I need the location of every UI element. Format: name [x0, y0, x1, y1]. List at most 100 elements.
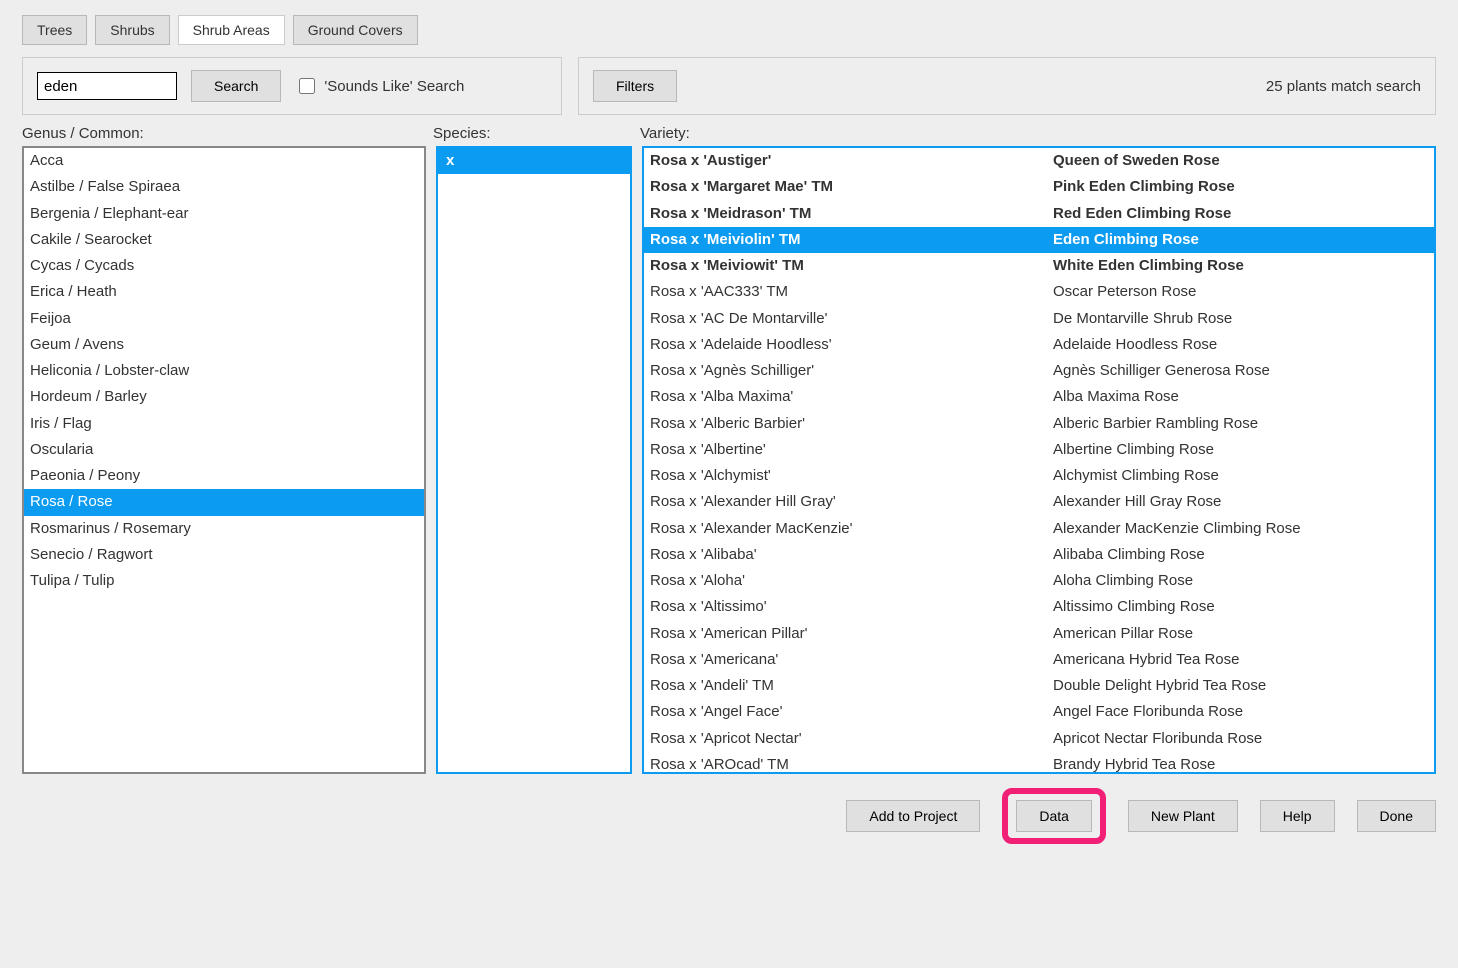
- variety-row[interactable]: Rosa x 'Altissimo'Altissimo Climbing Ros…: [644, 594, 1434, 620]
- genus-row[interactable]: Cycas / Cycads: [24, 253, 424, 279]
- variety-latin: Rosa x 'Adelaide Hoodless': [650, 335, 1053, 355]
- genus-row[interactable]: Erica / Heath: [24, 279, 424, 305]
- variety-latin: Rosa x 'AROcad' TM: [650, 755, 1053, 772]
- genus-row[interactable]: Geum / Avens: [24, 332, 424, 358]
- variety-common: Apricot Nectar Floribunda Rose: [1053, 729, 1428, 749]
- variety-common: Brandy Hybrid Tea Rose: [1053, 755, 1428, 772]
- variety-row[interactable]: Rosa x 'Agnès Schilliger'Agnès Schillige…: [644, 358, 1434, 384]
- add-to-project-button[interactable]: Add to Project: [846, 800, 980, 832]
- help-button[interactable]: Help: [1260, 800, 1335, 832]
- variety-row[interactable]: Rosa x 'Meiviolin' TMEden Climbing Rose: [644, 227, 1434, 253]
- variety-common: Pink Eden Climbing Rose: [1053, 177, 1428, 197]
- variety-row[interactable]: Rosa x 'AC De Montarville'De Montarville…: [644, 306, 1434, 332]
- genus-listbox[interactable]: AccaAstilbe / False SpiraeaBergenia / El…: [22, 146, 426, 774]
- search-button[interactable]: Search: [191, 70, 281, 102]
- variety-common: Eden Climbing Rose: [1053, 230, 1428, 250]
- variety-common: Alibaba Climbing Rose: [1053, 545, 1428, 565]
- genus-row[interactable]: Hordeum / Barley: [24, 384, 424, 410]
- species-listbox[interactable]: x: [436, 146, 632, 774]
- tab-ground-covers[interactable]: Ground Covers: [293, 15, 418, 45]
- toolbar: Search 'Sounds Like' Search Filters 25 p…: [22, 57, 1436, 115]
- variety-latin: Rosa x 'AC De Montarville': [650, 309, 1053, 329]
- genus-row[interactable]: Rosa / Rose: [24, 489, 424, 515]
- genus-row[interactable]: Paeonia / Peony: [24, 463, 424, 489]
- variety-row[interactable]: Rosa x 'Alchymist'Alchymist Climbing Ros…: [644, 463, 1434, 489]
- variety-latin: Rosa x 'Alexander Hill Gray': [650, 492, 1053, 512]
- variety-common: Alberic Barbier Rambling Rose: [1053, 414, 1428, 434]
- variety-latin: Rosa x 'Alba Maxima': [650, 387, 1053, 407]
- lists-container: AccaAstilbe / False SpiraeaBergenia / El…: [22, 146, 1436, 774]
- sounds-like-label: 'Sounds Like' Search: [324, 78, 464, 95]
- variety-common: Americana Hybrid Tea Rose: [1053, 650, 1428, 670]
- variety-latin: Rosa x 'Austiger': [650, 151, 1053, 171]
- genus-row[interactable]: Acca: [24, 148, 424, 174]
- variety-row[interactable]: Rosa x 'Meiviowit' TMWhite Eden Climbing…: [644, 253, 1434, 279]
- variety-listbox[interactable]: Rosa x 'Austiger'Queen of Sweden RoseRos…: [642, 146, 1436, 774]
- sounds-like-checkbox-wrap[interactable]: 'Sounds Like' Search: [295, 75, 464, 97]
- variety-common: Oscar Peterson Rose: [1053, 282, 1428, 302]
- variety-row[interactable]: Rosa x 'Aloha'Aloha Climbing Rose: [644, 568, 1434, 594]
- variety-row[interactable]: Rosa x 'Alberic Barbier'Alberic Barbier …: [644, 411, 1434, 437]
- variety-row[interactable]: Rosa x 'American Pillar'American Pillar …: [644, 621, 1434, 647]
- variety-latin: Rosa x 'AAC333' TM: [650, 282, 1053, 302]
- genus-row[interactable]: Rosmarinus / Rosemary: [24, 516, 424, 542]
- sounds-like-checkbox[interactable]: [299, 78, 315, 94]
- variety-row[interactable]: Rosa x 'Austiger'Queen of Sweden Rose: [644, 148, 1434, 174]
- variety-common: White Eden Climbing Rose: [1053, 256, 1428, 276]
- variety-row[interactable]: Rosa x 'Meidrason' TMRed Eden Climbing R…: [644, 201, 1434, 227]
- species-column-label: Species:: [433, 125, 640, 142]
- variety-latin: Rosa x 'Altissimo': [650, 597, 1053, 617]
- variety-row[interactable]: Rosa x 'Alexander MacKenzie'Alexander Ma…: [644, 516, 1434, 542]
- genus-row[interactable]: Iris / Flag: [24, 411, 424, 437]
- genus-column-label: Genus / Common:: [22, 125, 433, 142]
- variety-latin: Rosa x 'Margaret Mae' TM: [650, 177, 1053, 197]
- genus-row[interactable]: Heliconia / Lobster-claw: [24, 358, 424, 384]
- variety-common: Alexander Hill Gray Rose: [1053, 492, 1428, 512]
- genus-row[interactable]: Oscularia: [24, 437, 424, 463]
- match-count-text: 25 plants match search: [1266, 78, 1421, 95]
- genus-row[interactable]: Bergenia / Elephant-ear: [24, 201, 424, 227]
- genus-row[interactable]: Senecio / Ragwort: [24, 542, 424, 568]
- variety-latin: Rosa x 'Angel Face': [650, 702, 1053, 722]
- species-row[interactable]: x: [438, 148, 630, 174]
- variety-row[interactable]: Rosa x 'AROcad' TMBrandy Hybrid Tea Rose: [644, 752, 1434, 772]
- variety-common: American Pillar Rose: [1053, 624, 1428, 644]
- variety-latin: Rosa x 'Meidrason' TM: [650, 204, 1053, 224]
- variety-common: Alchymist Climbing Rose: [1053, 466, 1428, 486]
- variety-row[interactable]: Rosa x 'Margaret Mae' TMPink Eden Climbi…: [644, 174, 1434, 200]
- genus-row[interactable]: Cakile / Searocket: [24, 227, 424, 253]
- bottom-bar: Add to Project Data New Plant Help Done: [22, 788, 1436, 844]
- new-plant-button[interactable]: New Plant: [1128, 800, 1238, 832]
- variety-common: Aloha Climbing Rose: [1053, 571, 1428, 591]
- variety-row[interactable]: Rosa x 'Apricot Nectar'Apricot Nectar Fl…: [644, 726, 1434, 752]
- genus-row[interactable]: Tulipa / Tulip: [24, 568, 424, 594]
- variety-row[interactable]: Rosa x 'Adelaide Hoodless'Adelaide Hoodl…: [644, 332, 1434, 358]
- variety-latin: Rosa x 'Agnès Schilliger': [650, 361, 1053, 381]
- variety-row[interactable]: Rosa x 'Alexander Hill Gray'Alexander Hi…: [644, 489, 1434, 515]
- variety-latin: Rosa x 'Meiviowit' TM: [650, 256, 1053, 276]
- variety-row[interactable]: Rosa x 'AAC333' TMOscar Peterson Rose: [644, 279, 1434, 305]
- tab-shrubs[interactable]: Shrubs: [95, 15, 169, 45]
- variety-row[interactable]: Rosa x 'Americana'Americana Hybrid Tea R…: [644, 647, 1434, 673]
- variety-row[interactable]: Rosa x 'Albertine'Albertine Climbing Ros…: [644, 437, 1434, 463]
- variety-latin: Rosa x 'Albertine': [650, 440, 1053, 460]
- data-button[interactable]: Data: [1016, 800, 1092, 832]
- variety-row[interactable]: Rosa x 'Alibaba'Alibaba Climbing Rose: [644, 542, 1434, 568]
- variety-common: Angel Face Floribunda Rose: [1053, 702, 1428, 722]
- variety-common: Queen of Sweden Rose: [1053, 151, 1428, 171]
- genus-row[interactable]: Feijoa: [24, 306, 424, 332]
- search-input[interactable]: [37, 72, 177, 100]
- variety-common: Adelaide Hoodless Rose: [1053, 335, 1428, 355]
- variety-row[interactable]: Rosa x 'Andeli' TMDouble Delight Hybrid …: [644, 673, 1434, 699]
- variety-row[interactable]: Rosa x 'Alba Maxima'Alba Maxima Rose: [644, 384, 1434, 410]
- variety-common: Alexander MacKenzie Climbing Rose: [1053, 519, 1428, 539]
- variety-common: De Montarville Shrub Rose: [1053, 309, 1428, 329]
- filters-button[interactable]: Filters: [593, 70, 677, 102]
- genus-row[interactable]: Astilbe / False Spiraea: [24, 174, 424, 200]
- variety-latin: Rosa x 'Andeli' TM: [650, 676, 1053, 696]
- done-button[interactable]: Done: [1357, 800, 1436, 832]
- variety-row[interactable]: Rosa x 'Angel Face'Angel Face Floribunda…: [644, 699, 1434, 725]
- tab-shrub-areas[interactable]: Shrub Areas: [178, 15, 285, 45]
- category-tabs: Trees Shrubs Shrub Areas Ground Covers: [22, 15, 1436, 45]
- tab-trees[interactable]: Trees: [22, 15, 87, 45]
